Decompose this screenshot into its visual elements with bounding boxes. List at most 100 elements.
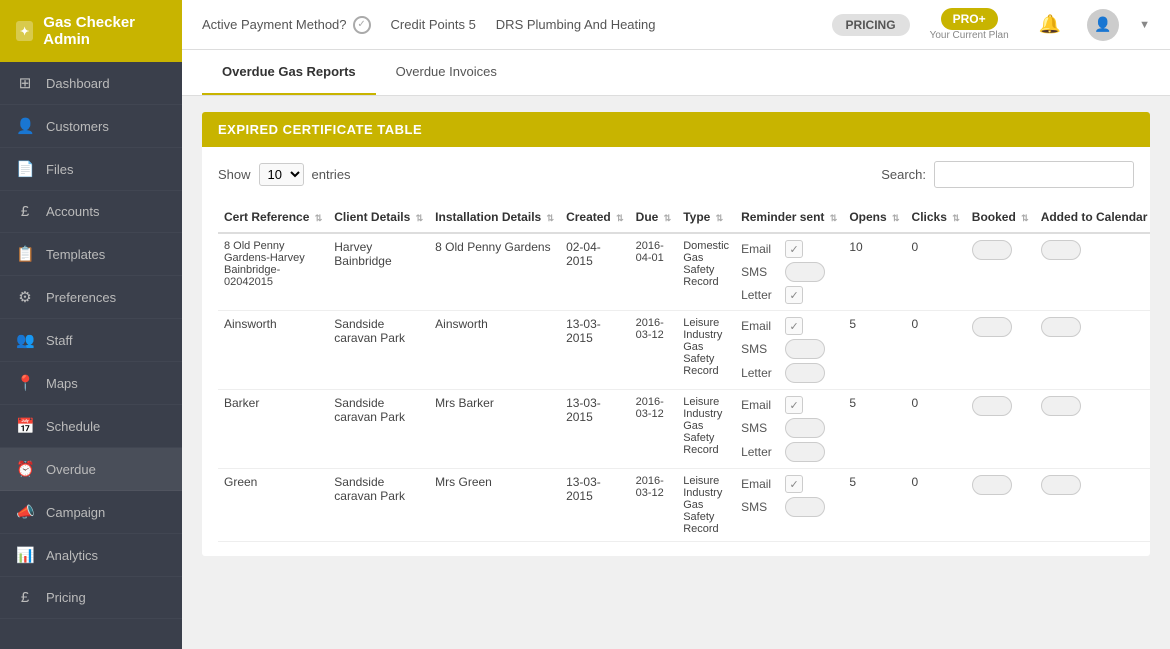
sidebar-item-maps[interactable]: 📍 Maps	[0, 362, 182, 405]
schedule-icon: 📅	[16, 417, 34, 435]
sms-toggle[interactable]	[785, 418, 825, 438]
calendar-toggle[interactable]	[1041, 396, 1081, 416]
booked-toggle[interactable]	[972, 317, 1012, 337]
analytics-icon: 📊	[16, 546, 34, 564]
col-type: Type ⇅	[677, 202, 735, 233]
avatar[interactable]: 👤	[1087, 9, 1119, 41]
cell-type: Leisure Industry Gas Safety Record	[677, 469, 735, 542]
customers-icon: 👤	[16, 117, 34, 135]
tab-overdue-gas[interactable]: Overdue Gas Reports	[202, 50, 376, 95]
sidebar-item-pricing[interactable]: £ Pricing	[0, 577, 182, 619]
sidebar-label-staff: Staff	[46, 333, 73, 348]
page-content: EXPIRED CERTIFICATE TABLE Show 10 25 50 …	[182, 96, 1170, 649]
sidebar-item-campaign[interactable]: 📣 Campaign	[0, 491, 182, 534]
sidebar-item-analytics[interactable]: 📊 Analytics	[0, 534, 182, 577]
show-label: Show	[218, 167, 251, 182]
sidebar-item-overdue[interactable]: ⏰ Overdue	[0, 448, 182, 491]
sms-toggle[interactable]	[785, 497, 825, 517]
cell-reminder: Email ✓ SMS Letter	[735, 311, 843, 390]
col-booked: Booked ⇅	[966, 202, 1035, 233]
cell-client: Harvey Bainbridge	[328, 233, 429, 311]
payment-check-icon: ✓	[353, 16, 371, 34]
booked-toggle[interactable]	[972, 396, 1012, 416]
preferences-icon: ⚙	[16, 288, 34, 306]
show-entries-control: Show 10 25 50 entries	[218, 163, 351, 186]
search-input[interactable]	[934, 161, 1134, 188]
email-check[interactable]: ✓	[785, 475, 803, 493]
booked-toggle[interactable]	[972, 240, 1012, 260]
calendar-toggle[interactable]	[1041, 317, 1081, 337]
cell-opens: 5	[843, 311, 905, 390]
overdue-icon: ⏰	[16, 460, 34, 478]
payment-status: Active Payment Method? ✓	[202, 16, 371, 34]
cell-cert-ref: 8 Old Penny Gardens-Harvey Bainbridge-02…	[218, 233, 328, 311]
email-check[interactable]: ✓	[785, 396, 803, 414]
letter-check[interactable]: ✓	[785, 286, 803, 304]
pro-badge[interactable]: PRO+	[941, 8, 998, 30]
cell-clicks: 0	[906, 390, 966, 469]
plan-label: Your Current Plan	[930, 30, 1009, 41]
entries-select[interactable]: 10 25 50	[259, 163, 304, 186]
calendar-toggle[interactable]	[1041, 240, 1081, 260]
reminder-letter-label: Letter	[741, 445, 779, 459]
credit-label: Credit Points 5	[391, 17, 476, 32]
cell-calendar	[1035, 311, 1150, 390]
cell-clicks: 0	[906, 469, 966, 542]
cell-calendar	[1035, 469, 1150, 542]
chevron-down-icon[interactable]: ▼	[1139, 19, 1150, 31]
tabs: Overdue Gas Reports Overdue Invoices	[182, 50, 1170, 96]
sidebar-item-preferences[interactable]: ⚙ Preferences	[0, 276, 182, 319]
search-box: Search:	[881, 161, 1134, 188]
staff-icon: 👥	[16, 331, 34, 349]
sidebar: ✦ Gas Checker Admin ⊞ Dashboard 👤 Custom…	[0, 0, 182, 649]
sidebar-item-schedule[interactable]: 📅 Schedule	[0, 405, 182, 448]
tab-overdue-invoices[interactable]: Overdue Invoices	[376, 50, 517, 95]
letter-toggle[interactable]	[785, 363, 825, 383]
email-check[interactable]: ✓	[785, 317, 803, 335]
sidebar-item-dashboard[interactable]: ⊞ Dashboard	[0, 62, 182, 105]
col-due: Due ⇅	[630, 202, 678, 233]
cell-client: Sandside caravan Park	[328, 311, 429, 390]
dashboard-icon: ⊞	[16, 74, 34, 92]
cell-booked	[966, 311, 1035, 390]
sidebar-label-maps: Maps	[46, 376, 78, 391]
cell-cert-ref: Green	[218, 469, 328, 542]
accounts-icon: £	[16, 203, 34, 220]
cell-opens: 10	[843, 233, 905, 311]
col-client: Client Details ⇅	[328, 202, 429, 233]
pro-plan-group: PRO+ Your Current Plan	[930, 8, 1009, 41]
cell-reminder: Email ✓ SMS Letter ✓	[735, 233, 843, 311]
notification-bell-icon[interactable]: 🔔	[1039, 14, 1061, 35]
sidebar-label-files: Files	[46, 162, 73, 177]
letter-toggle[interactable]	[785, 442, 825, 462]
table-row: Barker Sandside caravan Park Mrs Barker …	[218, 390, 1150, 469]
calendar-toggle[interactable]	[1041, 475, 1081, 495]
sms-toggle[interactable]	[785, 262, 825, 282]
reminder-letter-label: Letter	[741, 366, 779, 380]
cell-due: 2016-03-12	[630, 311, 678, 390]
sms-toggle[interactable]	[785, 339, 825, 359]
cell-booked	[966, 233, 1035, 311]
search-label: Search:	[881, 167, 926, 182]
sidebar-item-staff[interactable]: 👥 Staff	[0, 319, 182, 362]
table-row: Green Sandside caravan Park Mrs Green 13…	[218, 469, 1150, 542]
sidebar-item-accounts[interactable]: £ Accounts	[0, 191, 182, 233]
reminder-sms-label: SMS	[741, 421, 779, 435]
cell-type: Leisure Industry Gas Safety Record	[677, 390, 735, 469]
email-check[interactable]: ✓	[785, 240, 803, 258]
cell-calendar	[1035, 390, 1150, 469]
cell-created: 02-04-2015	[560, 233, 630, 311]
sidebar-item-files[interactable]: 📄 Files	[0, 148, 182, 191]
sidebar-item-customers[interactable]: 👤 Customers	[0, 105, 182, 148]
sidebar-item-templates[interactable]: 📋 Templates	[0, 233, 182, 276]
cell-install: Ainsworth	[429, 311, 560, 390]
col-created: Created ⇅	[560, 202, 630, 233]
pricing-badge[interactable]: PRICING	[832, 14, 910, 36]
cell-cert-ref: Barker	[218, 390, 328, 469]
cell-created: 13-03-2015	[560, 311, 630, 390]
booked-toggle[interactable]	[972, 475, 1012, 495]
maps-icon: 📍	[16, 374, 34, 392]
reminder-letter-label: Letter	[741, 288, 779, 302]
reminder-sms-label: SMS	[741, 265, 779, 279]
col-clicks: Clicks ⇅	[906, 202, 966, 233]
